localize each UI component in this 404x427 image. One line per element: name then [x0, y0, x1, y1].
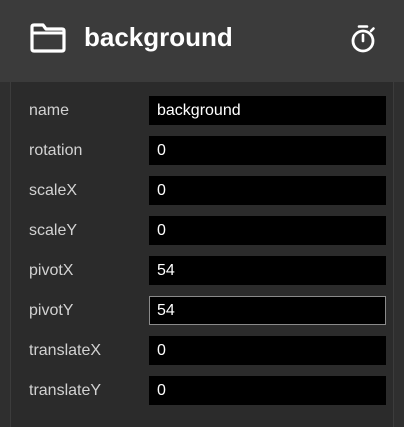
scalex-field[interactable]: [149, 176, 386, 205]
property-label: scaleX: [29, 182, 78, 199]
property-label: scaleY: [29, 222, 78, 239]
property-label: translateX: [29, 342, 102, 359]
stopwatch-icon[interactable]: [349, 24, 377, 54]
property-label: pivotX: [29, 262, 74, 279]
properties-list: name rotation scaleX scaleY pivotX pivot…: [10, 82, 394, 427]
property-row-scaley: scaleY: [11, 211, 395, 251]
folder-icon: [30, 23, 66, 53]
property-row-pivotx: pivotX: [11, 251, 395, 291]
panel-header: background: [0, 0, 404, 82]
translatex-field[interactable]: [149, 336, 386, 365]
property-label: name: [29, 102, 70, 119]
property-label: translateY: [29, 382, 102, 399]
property-row-scalex: scaleX: [11, 171, 395, 211]
name-field[interactable]: [149, 96, 386, 125]
property-row-rotation: rotation: [11, 131, 395, 171]
property-label: pivotY: [29, 302, 74, 319]
pivoty-field[interactable]: [149, 296, 386, 325]
translatey-field[interactable]: [149, 376, 386, 405]
rotation-field[interactable]: [149, 136, 386, 165]
property-row-name: name: [11, 91, 395, 131]
panel-title: background: [84, 22, 233, 52]
pivotx-field[interactable]: [149, 256, 386, 285]
property-label: rotation: [29, 142, 83, 159]
property-row-pivoty: pivotY: [11, 291, 395, 331]
property-row-translatey: translateY: [11, 371, 395, 411]
property-row-translatex: translateX: [11, 331, 395, 371]
scaley-field[interactable]: [149, 216, 386, 245]
properties-panel: background name rotation scaleX scaleY p…: [0, 0, 404, 427]
